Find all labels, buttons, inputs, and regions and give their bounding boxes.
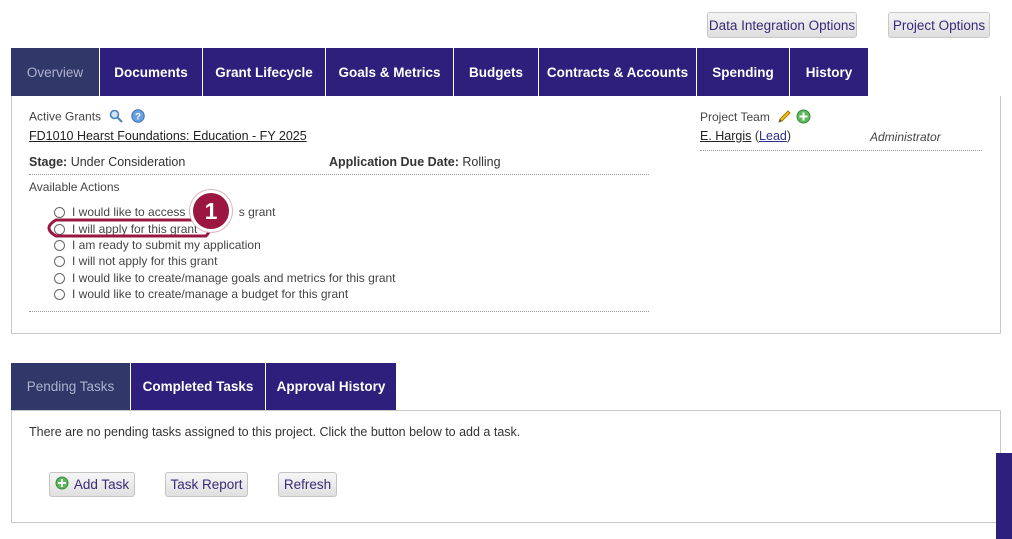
tab-goals-metrics[interactable]: Goals & Metrics <box>326 48 454 96</box>
svg-text:?: ? <box>135 112 141 123</box>
pencil-icon[interactable] <box>777 109 792 127</box>
scroll-indicator[interactable] <box>996 453 1012 539</box>
tab-spending[interactable]: Spending <box>697 48 790 96</box>
task-report-button[interactable]: Task Report <box>165 472 248 497</box>
active-grants-label: Active Grants ? <box>29 109 145 126</box>
action-option-budget[interactable]: I would like to create/manage a budget f… <box>54 286 348 302</box>
tab-budgets[interactable]: Budgets <box>454 48 539 96</box>
add-task-button[interactable]: Add Task <box>49 472 135 497</box>
action-option-label: I am ready to submit my application <box>72 238 261 252</box>
data-integration-options-button[interactable]: Data Integration Options <box>707 12 857 38</box>
grant-link[interactable]: FD1010 Hearst Foundations: Education - F… <box>29 129 307 143</box>
add-task-label: Add Task <box>73 477 130 492</box>
tab-completed-tasks[interactable]: Completed Tasks <box>131 363 266 410</box>
action-option-label: I would like to create/manage goals and … <box>72 271 396 285</box>
tab-grant-lifecycle[interactable]: Grant Lifecycle <box>203 48 326 96</box>
tasks-panel: There are no pending tasks assigned to t… <box>11 410 1001 523</box>
team-divider <box>700 150 982 151</box>
task-tab-bar: Pending Tasks Completed Tasks Approval H… <box>11 363 396 410</box>
callout-number-badge: 1 <box>190 190 232 232</box>
project-options-button[interactable]: Project Options <box>888 12 990 38</box>
refresh-button[interactable]: Refresh <box>278 472 337 497</box>
due-date-value: Rolling <box>462 155 501 169</box>
radio-button[interactable] <box>54 239 65 251</box>
add-icon <box>55 476 69 493</box>
team-member-row: E. Hargis (Lead) <box>700 129 792 143</box>
tab-approval-history[interactable]: Approval History <box>266 363 396 410</box>
empty-tasks-message: There are no pending tasks assigned to t… <box>29 425 521 439</box>
radio-button[interactable] <box>54 255 65 267</box>
stage-field: Stage: Under Consideration <box>29 155 185 169</box>
action-option-not-apply[interactable]: I will not apply for this grant <box>54 253 217 269</box>
action-option-label: I would like to create/manage a budget f… <box>72 287 349 301</box>
tab-overview[interactable]: Overview <box>11 48 100 96</box>
member-name-link[interactable]: E. Hargis <box>700 129 751 143</box>
action-option-label: I would like to access d s grant <box>72 205 276 219</box>
callout-number: 1 <box>204 197 218 224</box>
overview-panel: Active Grants ? FD1010 Hearst Foundation… <box>11 96 1001 334</box>
action-option-label: I will not apply for this grant <box>72 254 218 268</box>
member-role: Administrator <box>870 130 941 144</box>
action-option-goals[interactable]: I would like to create/manage goals and … <box>54 270 396 286</box>
radio-button[interactable] <box>54 272 65 284</box>
project-team-text: Project Team <box>700 110 770 125</box>
main-tab-bar: Overview Documents Grant Lifecycle Goals… <box>11 48 868 96</box>
tab-pending-tasks[interactable]: Pending Tasks <box>11 363 131 410</box>
actions-divider <box>29 311 649 312</box>
add-member-icon[interactable] <box>796 109 811 127</box>
tab-history[interactable]: History <box>790 48 868 96</box>
radio-button[interactable] <box>54 288 65 300</box>
project-team-label: Project Team <box>700 109 811 127</box>
tab-documents[interactable]: Documents <box>100 48 203 96</box>
radio-button[interactable] <box>54 206 65 218</box>
stage-divider <box>29 174 649 175</box>
member-lead-link[interactable]: Lead <box>759 129 787 143</box>
search-icon[interactable] <box>109 109 124 126</box>
active-grants-text: Active Grants <box>29 109 102 124</box>
stage-value: Under Consideration <box>70 155 186 169</box>
help-icon[interactable]: ? <box>131 109 145 126</box>
due-date-label: Application Due Date: <box>329 155 459 169</box>
due-date-field: Application Due Date: Rolling <box>329 155 501 169</box>
available-actions-label: Available Actions <box>29 180 120 194</box>
stage-label: Stage: <box>29 155 68 169</box>
tab-contracts-accounts[interactable]: Contracts & Accounts <box>539 48 697 96</box>
